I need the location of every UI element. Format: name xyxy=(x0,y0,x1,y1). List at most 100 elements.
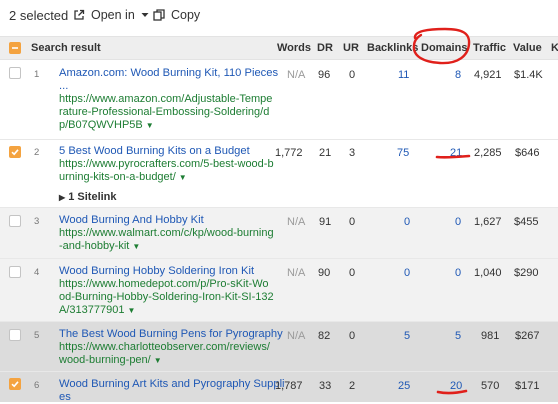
ur-cell: 0 xyxy=(349,69,356,81)
table-row: 6 Wood Burning Art Kits and Pyrography S… xyxy=(0,372,558,404)
check-icon xyxy=(11,381,19,388)
row-checkbox[interactable] xyxy=(9,146,21,158)
domains-cell[interactable]: 0 xyxy=(455,216,461,228)
words-cell: N/A xyxy=(287,267,306,279)
dr-cell: 21 xyxy=(319,147,332,159)
domains-cell[interactable]: 21 xyxy=(450,147,462,159)
row-number: 1 xyxy=(34,69,40,80)
backlinks-cell[interactable]: 11 xyxy=(398,69,409,81)
result-url[interactable]: https://www.charlotteobserver.com/review… xyxy=(59,341,274,367)
header-search-result[interactable]: Search result xyxy=(31,42,101,54)
words-cell: 1,787 xyxy=(275,380,303,392)
ur-cell: 0 xyxy=(349,216,356,228)
copy-label: Copy xyxy=(171,8,201,22)
select-all-checkbox[interactable] xyxy=(9,42,21,54)
row-checkbox[interactable] xyxy=(9,215,21,227)
caret-down-icon[interactable]: ▼ xyxy=(154,356,162,365)
ur-cell: 0 xyxy=(349,330,356,342)
result-url[interactable]: https://www.homedepot.com/p/Pro-sKit-Woo… xyxy=(59,278,274,317)
row-number: 6 xyxy=(34,380,40,391)
value-cell: $455 xyxy=(514,216,539,228)
result-url[interactable]: https://www.pyrocrafters.com/5-best-wood… xyxy=(59,158,274,184)
backlinks-cell[interactable]: 0 xyxy=(404,267,410,279)
table-header: Search result Words DR UR Backlinks Doma… xyxy=(0,36,558,60)
row-checkbox[interactable] xyxy=(9,67,21,79)
value-cell: $646 xyxy=(515,147,540,159)
check-icon xyxy=(11,149,19,156)
result-title[interactable]: Amazon.com: Wood Burning Kit, 110 Pieces xyxy=(59,67,278,80)
backlinks-cell[interactable]: 5 xyxy=(404,330,410,342)
dr-cell: 90 xyxy=(318,267,331,279)
table-row: 5 The Best Wood Burning Pens for Pyrogra… xyxy=(0,322,558,372)
header-domains[interactable]: Domains xyxy=(421,42,467,54)
caret-down-icon[interactable]: ▼ xyxy=(179,173,187,182)
value-cell: $267 xyxy=(515,330,540,342)
traffic-cell: 4,921 xyxy=(474,69,502,81)
result-url[interactable]: https://www.amazon.com/Adjustable-Temper… xyxy=(59,93,274,132)
table-row: 4 Wood Burning Hobby Soldering Iron Kit … xyxy=(0,259,558,322)
value-cell: $171 xyxy=(515,380,540,392)
result-title[interactable]: Wood Burning Hobby Soldering Iron Kit xyxy=(59,265,254,278)
traffic-cell: 1,040 xyxy=(474,267,502,279)
dr-cell: 82 xyxy=(318,330,331,342)
caret-down-icon[interactable]: ▼ xyxy=(127,306,135,315)
table-row: 3 Wood Burning And Hobby Kit https://www… xyxy=(0,208,558,259)
backlinks-cell[interactable]: 75 xyxy=(397,147,409,159)
ur-cell: 2 xyxy=(349,380,356,392)
result-url[interactable]: https://www.walmart.com/c/kp/wood-burnin… xyxy=(59,227,274,253)
traffic-cell: 2,285 xyxy=(474,147,502,159)
header-backlinks[interactable]: Backlinks xyxy=(367,42,418,54)
domains-cell[interactable]: 20 xyxy=(450,380,462,392)
words-cell: N/A xyxy=(287,330,306,342)
selection-toolbar: 2 selected Open in Copy xyxy=(0,0,558,34)
copy-button[interactable]: Copy xyxy=(153,8,200,22)
traffic-cell: 1,627 xyxy=(474,216,502,228)
result-title-continued[interactable]: es xyxy=(59,391,71,404)
value-cell: $290 xyxy=(514,267,539,279)
header-dr[interactable]: DR xyxy=(317,42,333,54)
row-checkbox[interactable] xyxy=(9,378,21,390)
words-cell: 1,772 xyxy=(275,147,303,159)
result-title[interactable]: Wood Burning And Hobby Kit xyxy=(59,214,204,227)
open-in-button[interactable]: Open in xyxy=(73,8,149,22)
table-row: 2 5 Best Wood Burning Kits on a Budget h… xyxy=(0,140,558,208)
domains-cell[interactable]: 5 xyxy=(455,330,461,342)
result-title-ellipsis: ... xyxy=(59,80,69,92)
result-title[interactable]: The Best Wood Burning Pens for Pyrograph… xyxy=(59,328,283,341)
dr-cell: 96 xyxy=(318,69,331,81)
words-cell: N/A xyxy=(287,216,306,228)
selected-count: 2 selected xyxy=(9,8,69,23)
result-title[interactable]: 5 Best Wood Burning Kits on a Budget xyxy=(59,145,250,158)
ur-cell: 3 xyxy=(349,147,356,159)
header-extra[interactable]: K xyxy=(551,42,558,54)
result-title[interactable]: Wood Burning Art Kits and Pyrography Sup… xyxy=(59,378,285,391)
copy-icon xyxy=(153,9,165,21)
row-number: 2 xyxy=(34,147,40,158)
caret-down-icon[interactable]: ▼ xyxy=(146,121,154,130)
sitelink-toggle[interactable]: ▶ 1 Sitelink xyxy=(59,191,117,203)
ur-cell: 0 xyxy=(349,267,356,279)
traffic-cell: 570 xyxy=(481,380,500,392)
header-value[interactable]: Value xyxy=(513,42,542,54)
domains-cell[interactable]: 8 xyxy=(455,69,461,81)
chevron-down-icon xyxy=(141,13,149,17)
open-in-label: Open in xyxy=(91,8,135,22)
row-checkbox[interactable] xyxy=(9,329,21,341)
backlinks-cell[interactable]: 25 xyxy=(398,380,410,392)
backlinks-cell[interactable]: 0 xyxy=(404,216,410,228)
caret-down-icon[interactable]: ▼ xyxy=(132,242,140,251)
row-checkbox[interactable] xyxy=(9,266,21,278)
row-number: 3 xyxy=(34,216,40,227)
triangle-right-icon: ▶ xyxy=(59,193,66,202)
header-words[interactable]: Words xyxy=(277,42,311,54)
external-link-icon xyxy=(74,9,85,20)
header-ur[interactable]: UR xyxy=(343,42,359,54)
row-number: 4 xyxy=(34,267,40,278)
value-cell: $1.4K xyxy=(514,69,543,81)
table-row: 1 Amazon.com: Wood Burning Kit, 110 Piec… xyxy=(0,59,558,140)
traffic-cell: 981 xyxy=(481,330,500,342)
minus-icon xyxy=(12,47,18,49)
row-number: 5 xyxy=(34,330,40,341)
header-traffic[interactable]: Traffic xyxy=(473,42,506,54)
domains-cell[interactable]: 0 xyxy=(455,267,461,279)
